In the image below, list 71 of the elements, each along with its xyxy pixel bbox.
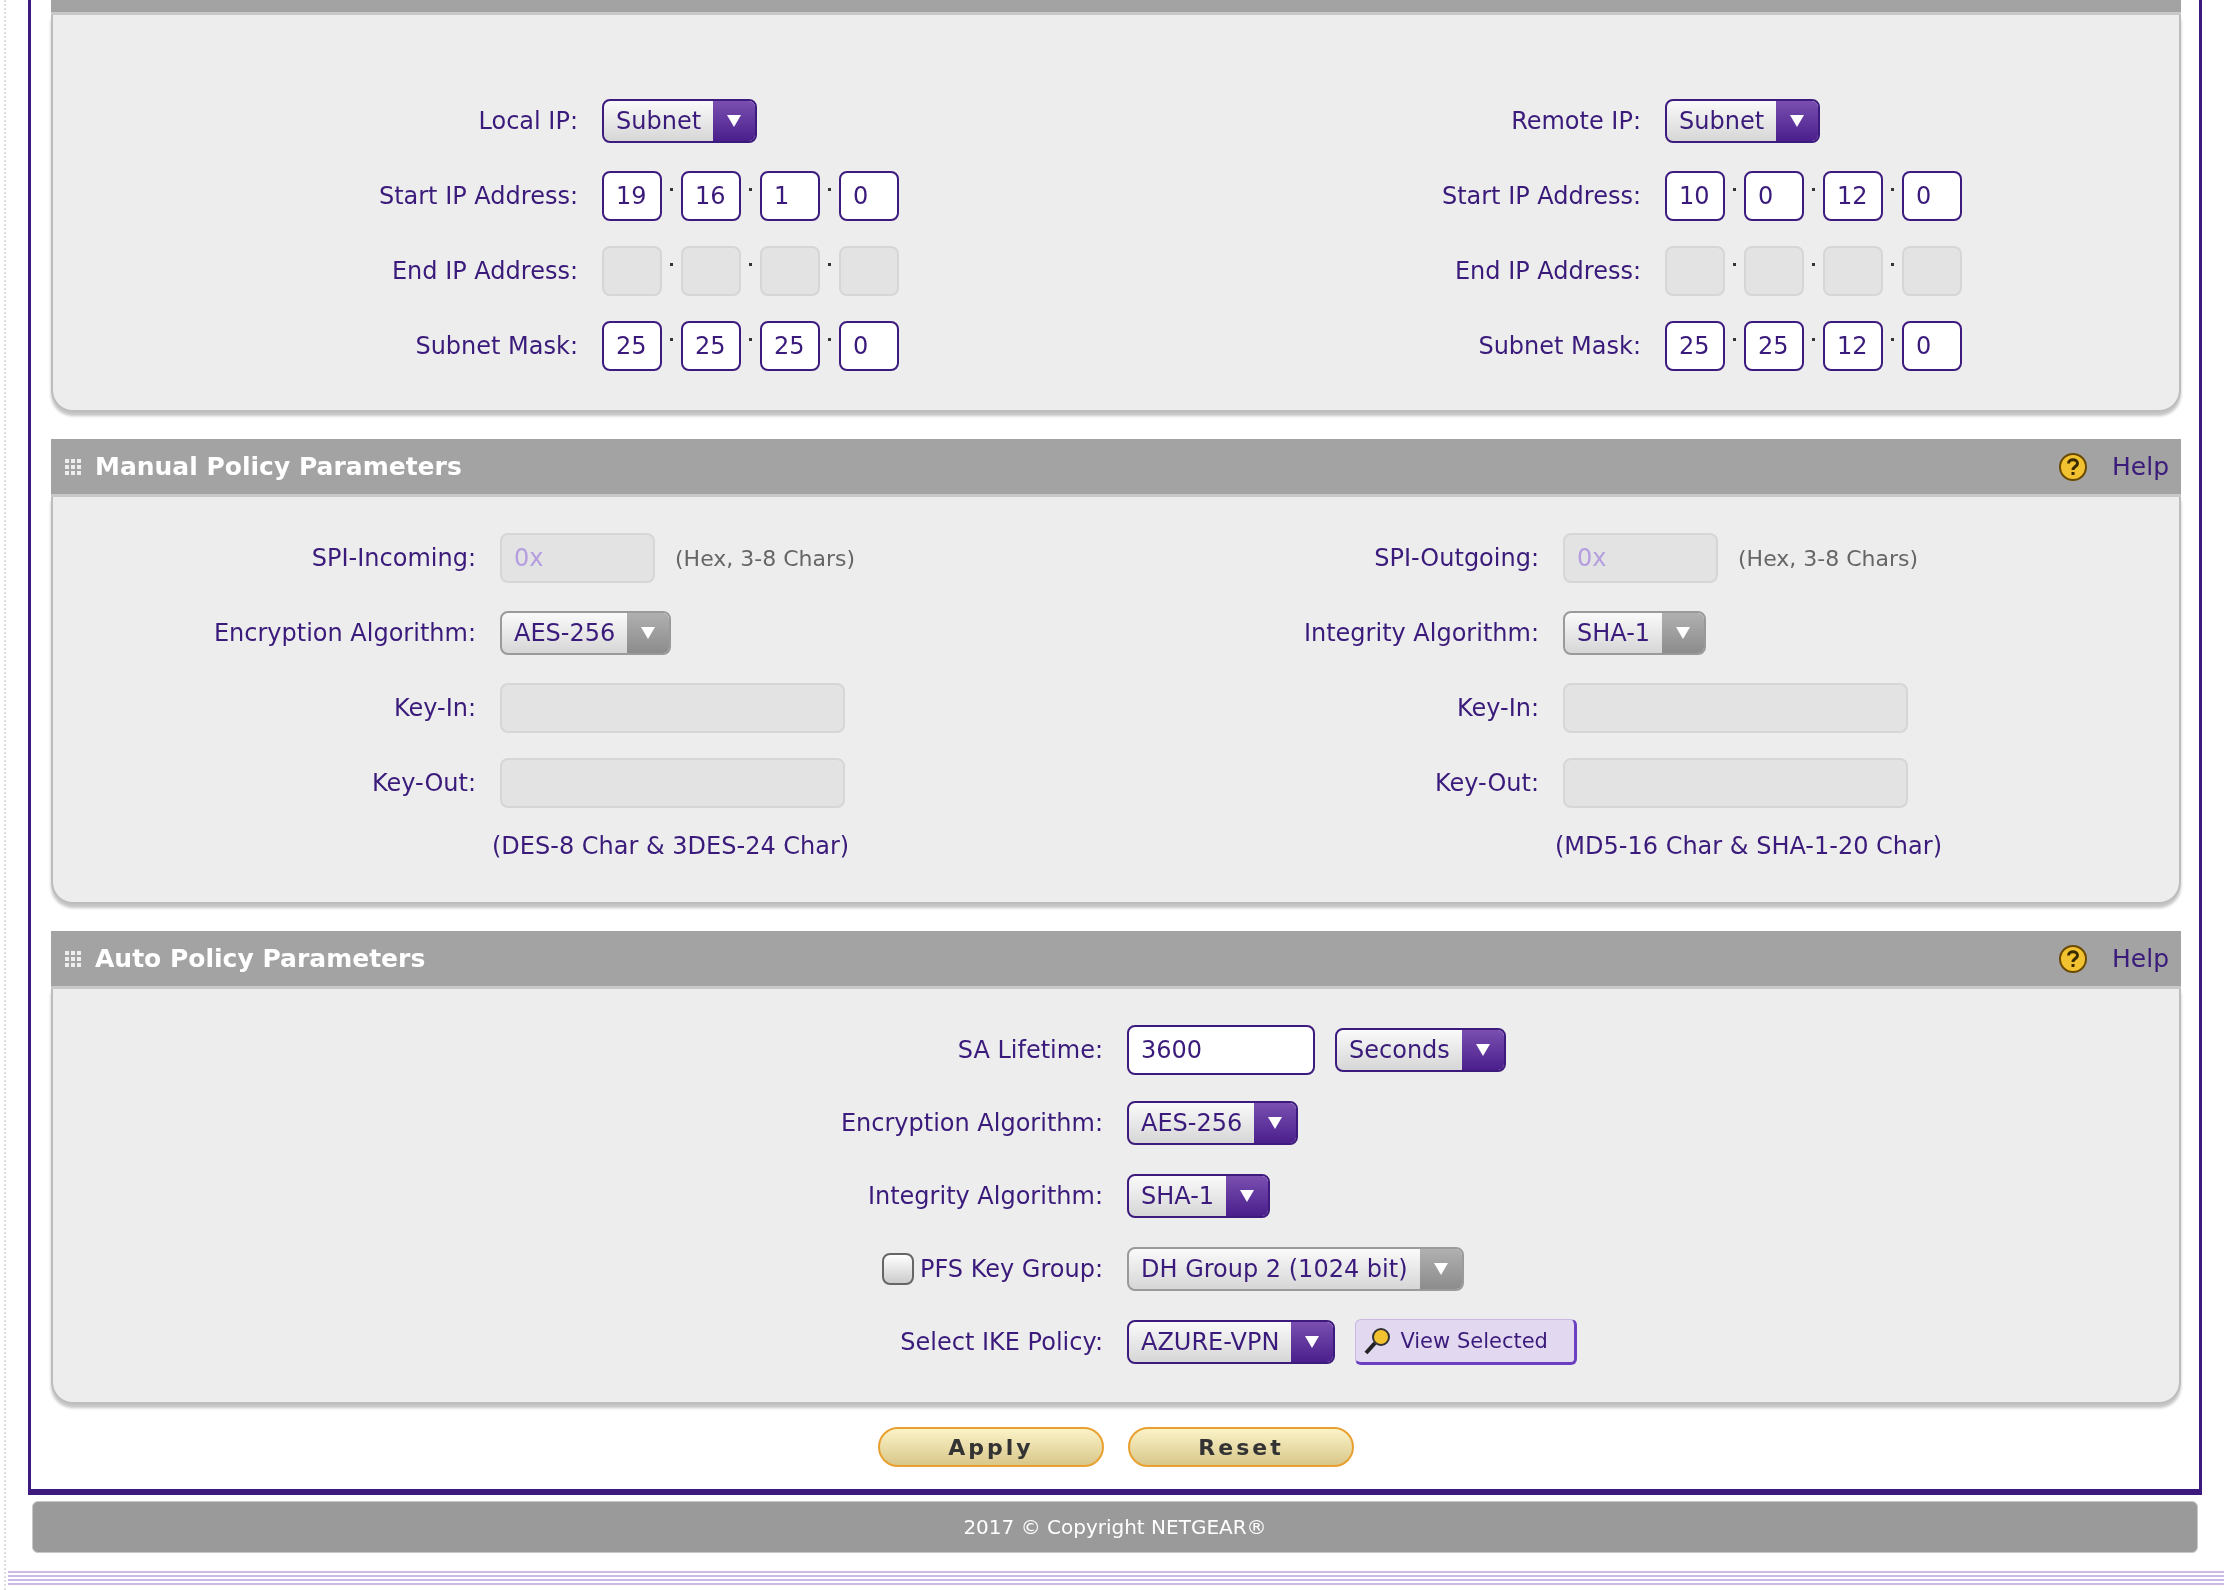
ip-octet-field[interactable]: 1: [760, 171, 820, 221]
magnifier-icon: [1362, 1326, 1393, 1356]
action-button[interactable]: Apply: [878, 1427, 1104, 1467]
field-label: SPI-Incoming:: [311, 544, 476, 572]
ip-octet-field[interactable]: 0: [1902, 171, 1962, 221]
field-label: Select IKE Policy:: [900, 1328, 1103, 1356]
caret-down-icon: [1304, 1335, 1321, 1349]
copyright-footer: 2017 © Copyright NETGEAR®: [32, 1501, 2198, 1553]
caret-down-icon: [726, 114, 743, 128]
caret-down-icon: [1474, 1043, 1491, 1057]
ip-octet-field[interactable]: 0: [1902, 321, 1962, 371]
field-label: Encryption Algorithm:: [840, 1109, 1103, 1137]
field-label: SA Lifetime:: [957, 1036, 1103, 1064]
dropdown[interactable]: Subnet: [1665, 99, 1821, 143]
view-selected-button[interactable]: View Selected: [1355, 1319, 1577, 1365]
key-length-note: (DES-8 Char & 3DES-24 Char): [492, 832, 851, 860]
ip-octet-field[interactable]: 25: [1665, 321, 1725, 371]
ip-octet-field[interactable]: 12: [1823, 171, 1883, 221]
field-label: Integrity Algorithm:: [1303, 619, 1539, 647]
field-label: End IP Address:: [391, 257, 578, 285]
key-length-note: (MD5-16 Char & SHA-1-20 Char): [1555, 832, 1943, 860]
field-label: Start IP Address:: [1441, 182, 1641, 210]
ip-octet-field[interactable]: 0: [1744, 171, 1804, 221]
ip-octet-field[interactable]: 25: [1744, 321, 1804, 371]
ip-octet-field[interactable]: 0: [839, 321, 899, 371]
dropdown[interactable]: SHA-1: [1127, 1174, 1271, 1218]
ip-octet-field[interactable]: 12: [1823, 321, 1883, 371]
field-label: PFS Key Group:: [920, 1255, 1103, 1283]
help-icon[interactable]: [2058, 943, 2088, 974]
field-label: Start IP Address:: [378, 182, 578, 210]
caret-down-icon: [1675, 626, 1692, 640]
dropdown[interactable]: Seconds: [1335, 1028, 1506, 1072]
ip-octet-field[interactable]: 19: [602, 171, 662, 221]
dropdown[interactable]: AES-256: [1127, 1101, 1299, 1145]
field-label: Subnet Mask:: [1478, 332, 1641, 360]
field-label: SPI-Outgoing:: [1374, 544, 1539, 572]
caret-down-icon: [1789, 114, 1806, 128]
grid-icon: [65, 950, 81, 967]
format-hint: (Hex, 3-8 Chars): [1738, 545, 1919, 571]
field-label: Local IP:: [478, 107, 578, 135]
help-icon[interactable]: [2058, 451, 2088, 482]
ip-octet-field[interactable]: 0: [839, 171, 899, 221]
dropdown[interactable]: AZURE-VPN: [1127, 1320, 1336, 1364]
field-label: Integrity Algorithm:: [867, 1182, 1103, 1210]
section-title: Auto Policy Parameters: [95, 944, 427, 973]
field-label: Key-In:: [393, 694, 476, 722]
format-hint: (Hex, 3-8 Chars): [675, 545, 856, 571]
field-label: Remote IP:: [1511, 107, 1641, 135]
ip-octet-field[interactable]: 25: [602, 321, 662, 371]
field-label: Encryption Algorithm:: [213, 619, 476, 647]
checkbox[interactable]: [882, 1253, 914, 1285]
help-link[interactable]: Help: [2112, 452, 2169, 481]
field-label: Key-In:: [1456, 694, 1539, 722]
dropdown[interactable]: Subnet: [602, 99, 758, 143]
ip-octet-field[interactable]: 16: [681, 171, 741, 221]
section-title: Manual Policy Parameters: [95, 452, 463, 481]
field-label: End IP Address:: [1454, 257, 1641, 285]
caret-down-icon: [640, 626, 657, 640]
field-label: Subnet Mask:: [415, 332, 578, 360]
caret-down-icon: [1432, 1262, 1449, 1276]
caret-down-icon: [1239, 1189, 1256, 1203]
ip-octet-field[interactable]: 25: [681, 321, 741, 371]
field-label: Key-Out:: [372, 769, 476, 797]
help-link[interactable]: Help: [2112, 944, 2169, 973]
input-field[interactable]: 3600: [1127, 1025, 1315, 1075]
action-button[interactable]: Reset: [1128, 1427, 1354, 1467]
grid-icon: [65, 458, 81, 475]
field-label: Key-Out:: [1435, 769, 1539, 797]
caret-down-icon: [1267, 1116, 1284, 1130]
ip-octet-field[interactable]: 10: [1665, 171, 1725, 221]
ip-octet-field[interactable]: 25: [760, 321, 820, 371]
